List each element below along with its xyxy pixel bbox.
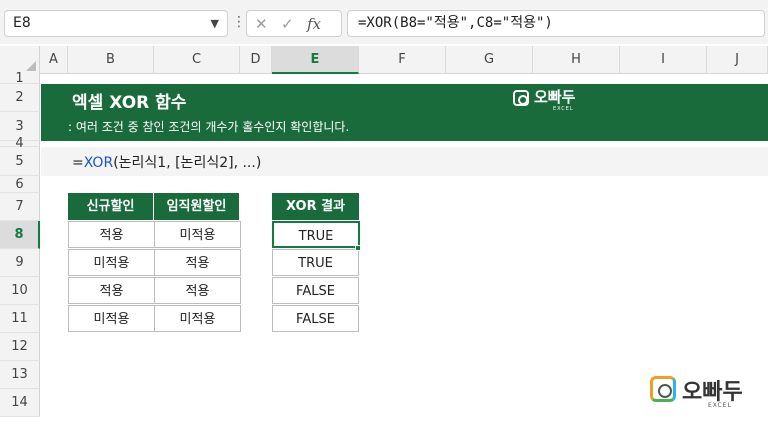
footer-logo: 오빠두 EXCEL xyxy=(644,370,760,416)
column-header-D[interactable]: D xyxy=(240,46,272,74)
column-header-F[interactable]: F xyxy=(359,46,446,74)
brand-logo: 오빠두 EXCEL xyxy=(513,86,593,116)
table-cell[interactable]: 미적용 xyxy=(154,221,241,248)
row-header-14[interactable]: 14 xyxy=(0,389,40,417)
row-header-12[interactable]: 12 xyxy=(0,333,40,361)
header-xor-result[interactable]: XOR 결과 xyxy=(272,193,359,220)
syntax-args: (논리식1, [논리식2], ...) xyxy=(113,155,262,171)
cancel-icon[interactable]: ✕ xyxy=(255,14,268,34)
column-header-J[interactable]: J xyxy=(707,46,768,74)
footer-logo-sub: EXCEL xyxy=(708,402,732,409)
row-header-5[interactable]: 5 xyxy=(0,147,40,176)
result-cell[interactable]: TRUE xyxy=(272,249,359,276)
formula-input[interactable]: =XOR(B8="적용",C8="적용") xyxy=(347,10,765,37)
more-options-icon[interactable]: ⋮ xyxy=(232,12,246,32)
table-cell[interactable]: 미적용 xyxy=(68,249,155,276)
fill-handle[interactable] xyxy=(355,245,361,251)
row-header-1[interactable]: 1 xyxy=(0,72,40,85)
syntax-function: XOR xyxy=(83,155,114,171)
header-employee-discount[interactable]: 임직원할인 xyxy=(154,193,240,220)
table-cell[interactable]: 적용 xyxy=(68,277,155,304)
select-all-button[interactable] xyxy=(0,46,40,74)
syntax-prefix: = xyxy=(72,155,84,171)
result-cell[interactable]: FALSE xyxy=(272,305,359,332)
row-header-7[interactable]: 7 xyxy=(0,193,40,221)
row-header-11[interactable]: 11 xyxy=(0,305,40,333)
result-cell[interactable]: FALSE xyxy=(272,277,359,304)
column-header-G[interactable]: G xyxy=(446,46,533,74)
row-header-6[interactable]: 6 xyxy=(0,176,40,193)
enter-icon[interactable]: ✓ xyxy=(281,14,294,34)
table-cell[interactable]: 적용 xyxy=(154,277,241,304)
chevron-down-icon[interactable]: ▼ xyxy=(211,11,219,36)
row-header-10[interactable]: 10 xyxy=(0,277,40,305)
row-header-2[interactable]: 2 xyxy=(0,84,40,112)
logo-icon xyxy=(650,376,676,402)
page-subtitle: : 여러 조건 중 참인 조건의 개수가 홀수인지 확인합니다. xyxy=(68,120,350,134)
brand-sub: EXCEL xyxy=(553,106,574,112)
table-cell[interactable]: 미적용 xyxy=(154,305,241,332)
row-header-8[interactable]: 8 xyxy=(0,221,40,249)
row-header-13[interactable]: 13 xyxy=(0,361,40,389)
page-title: 엑셀 XOR 함수 xyxy=(72,93,187,113)
insert-function-icon[interactable]: fx xyxy=(307,14,321,34)
column-header-E[interactable]: E xyxy=(272,46,359,74)
header-new-discount[interactable]: 신규할인 xyxy=(68,193,154,220)
column-header-I[interactable]: I xyxy=(620,46,707,74)
syntax-text: =XOR(논리식1, [논리식2], ...) xyxy=(72,152,261,172)
formula-buttons: ✕ ✓ fx xyxy=(246,10,342,37)
table-cell[interactable]: 적용 xyxy=(154,249,241,276)
table-cell[interactable]: 미적용 xyxy=(68,305,155,332)
table-cell[interactable]: 적용 xyxy=(68,221,155,248)
column-header-H[interactable]: H xyxy=(533,46,620,74)
name-box[interactable]: E8 ▼ xyxy=(4,10,228,37)
column-header-B[interactable]: B xyxy=(68,46,154,74)
name-box-value: E8 xyxy=(13,15,31,31)
result-cell-active[interactable]: TRUE xyxy=(272,221,360,248)
column-header-A[interactable]: A xyxy=(40,46,68,74)
column-header-C[interactable]: C xyxy=(154,46,240,74)
brand-name: 오빠두 xyxy=(534,88,576,106)
brand-icon xyxy=(513,90,529,106)
row-header-9[interactable]: 9 xyxy=(0,249,40,277)
